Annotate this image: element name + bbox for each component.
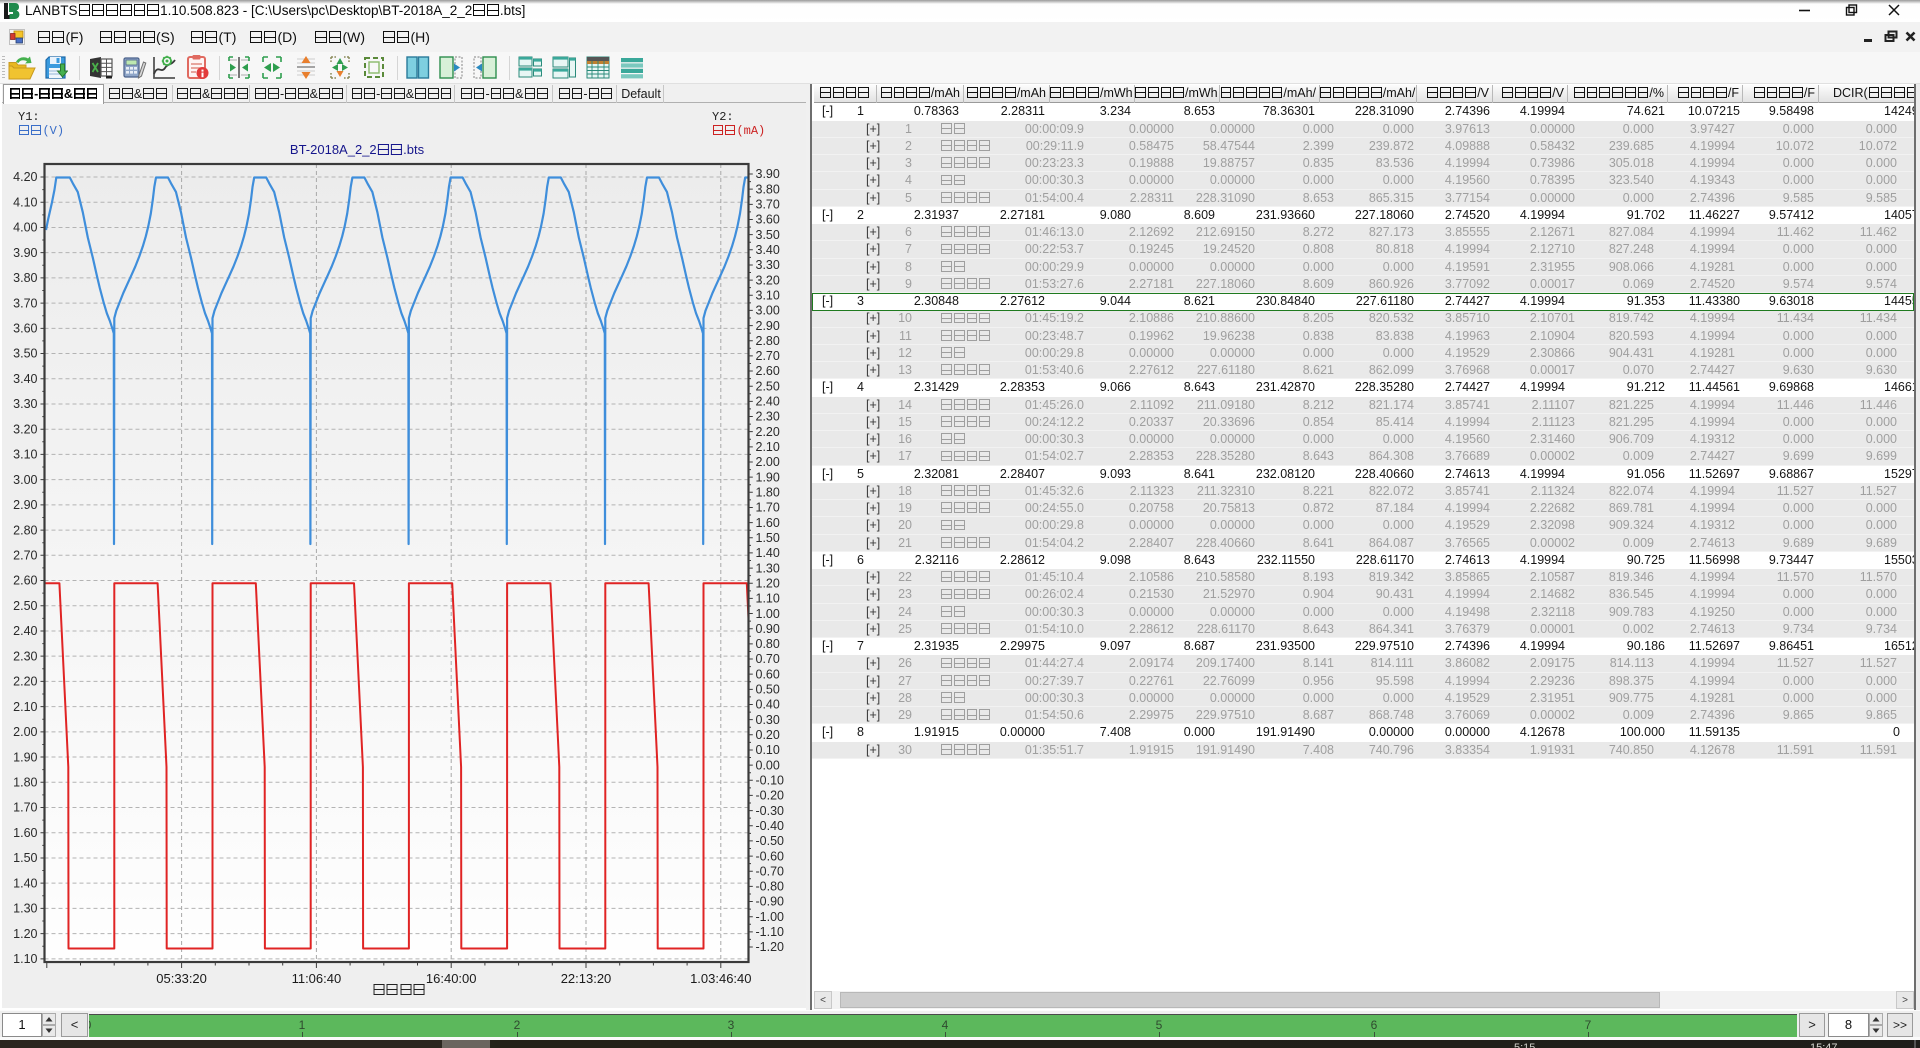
svg-text:1.20: 1.20 [756,576,780,590]
svg-text:16:40:00: 16:40:00 [426,971,477,986]
svg-text:3.90: 3.90 [756,167,780,181]
svg-text:-0.80: -0.80 [756,880,785,894]
svg-text:-0.50: -0.50 [756,834,785,848]
svg-text:0.20: 0.20 [756,728,780,742]
svg-text:1.00: 1.00 [756,607,780,621]
svg-text:1.30: 1.30 [13,902,37,916]
svg-text:-1.00: -1.00 [756,910,785,924]
svg-text:11:06:40: 11:06:40 [292,971,342,986]
svg-text:0.90: 0.90 [756,622,780,636]
svg-text:2.80: 2.80 [13,523,37,537]
svg-text:3.50: 3.50 [13,347,37,361]
svg-text:2.50: 2.50 [13,599,37,613]
svg-text:-0.70: -0.70 [756,864,785,878]
svg-text:2.30: 2.30 [13,649,37,663]
svg-text:0.30: 0.30 [756,713,780,727]
svg-text:3.10: 3.10 [13,448,37,462]
svg-text:1.60: 1.60 [756,516,780,530]
svg-text:0.70: 0.70 [756,652,780,666]
svg-text:3.30: 3.30 [13,397,37,411]
svg-text:1.60: 1.60 [13,826,37,840]
svg-text:3.00: 3.00 [756,304,780,318]
svg-text:1.70: 1.70 [756,501,780,515]
svg-text:0.00: 0.00 [756,758,780,772]
svg-text:2.60: 2.60 [756,364,780,378]
svg-text:1.90: 1.90 [756,470,780,484]
svg-text:3.10: 3.10 [756,288,780,302]
svg-text:3.20: 3.20 [13,422,37,436]
svg-text:4.10: 4.10 [13,195,37,209]
svg-text:2.80: 2.80 [756,334,780,348]
svg-text:2.10: 2.10 [13,700,37,714]
svg-text:1.80: 1.80 [756,485,780,499]
svg-text:0.10: 0.10 [756,743,780,757]
svg-text:1.90: 1.90 [13,750,37,764]
svg-text:3.70: 3.70 [756,198,780,212]
svg-text:-1.10: -1.10 [756,925,785,939]
svg-text:-0.10: -0.10 [756,773,785,787]
svg-text:3.30: 3.30 [756,258,780,272]
svg-text:05:33:20: 05:33:20 [156,971,207,986]
svg-text:3.60: 3.60 [756,213,780,227]
svg-text:-0.20: -0.20 [756,789,785,803]
svg-text:2.00: 2.00 [13,725,37,739]
svg-text:1.50: 1.50 [13,851,37,865]
svg-text:2.70: 2.70 [13,549,37,563]
svg-text:2.20: 2.20 [756,425,780,439]
svg-text:3.40: 3.40 [13,372,37,386]
svg-text:2.50: 2.50 [756,379,780,393]
svg-text:3.70: 3.70 [13,296,37,310]
svg-text:1.40: 1.40 [13,876,37,890]
svg-text:0.50: 0.50 [756,683,780,697]
svg-text:-0.30: -0.30 [756,804,785,818]
svg-text:3.80: 3.80 [756,182,780,196]
svg-text:3.80: 3.80 [13,271,37,285]
svg-text:1.03:46:40: 1.03:46:40 [690,971,751,986]
svg-text:1.80: 1.80 [13,775,37,789]
svg-text:2.40: 2.40 [13,624,37,638]
svg-text:-0.90: -0.90 [756,895,785,909]
svg-text:0.60: 0.60 [756,667,780,681]
svg-text:22:13:20: 22:13:20 [561,971,612,986]
svg-text:3.40: 3.40 [756,243,780,257]
svg-text:2.40: 2.40 [756,395,780,409]
svg-text:1.40: 1.40 [756,546,780,560]
svg-text:2.70: 2.70 [756,349,780,363]
svg-text:2.10: 2.10 [756,440,780,454]
svg-text:1.10: 1.10 [13,952,37,966]
svg-text:2.30: 2.30 [756,410,780,424]
svg-text:1.70: 1.70 [13,801,37,815]
svg-text:1.20: 1.20 [13,927,37,941]
svg-text:2.60: 2.60 [13,574,37,588]
svg-text:0.40: 0.40 [756,698,780,712]
svg-text:3.90: 3.90 [13,246,37,260]
svg-text:3.20: 3.20 [756,273,780,287]
svg-text:-0.60: -0.60 [756,849,785,863]
svg-text:2.20: 2.20 [13,675,37,689]
svg-text:3.50: 3.50 [756,228,780,242]
svg-text:2.90: 2.90 [756,319,780,333]
svg-text:2.00: 2.00 [756,455,780,469]
svg-text:1.30: 1.30 [756,561,780,575]
svg-text:-1.20: -1.20 [756,940,785,954]
svg-text:4.20: 4.20 [13,170,37,184]
svg-text:1.10: 1.10 [756,592,780,606]
svg-text:-0.40: -0.40 [756,819,785,833]
svg-text:3.00: 3.00 [13,473,37,487]
svg-text:1.50: 1.50 [756,531,780,545]
svg-text:3.60: 3.60 [13,322,37,336]
svg-text:0.80: 0.80 [756,637,780,651]
svg-text:4.00: 4.00 [13,221,37,235]
svg-text:2.90: 2.90 [13,498,37,512]
